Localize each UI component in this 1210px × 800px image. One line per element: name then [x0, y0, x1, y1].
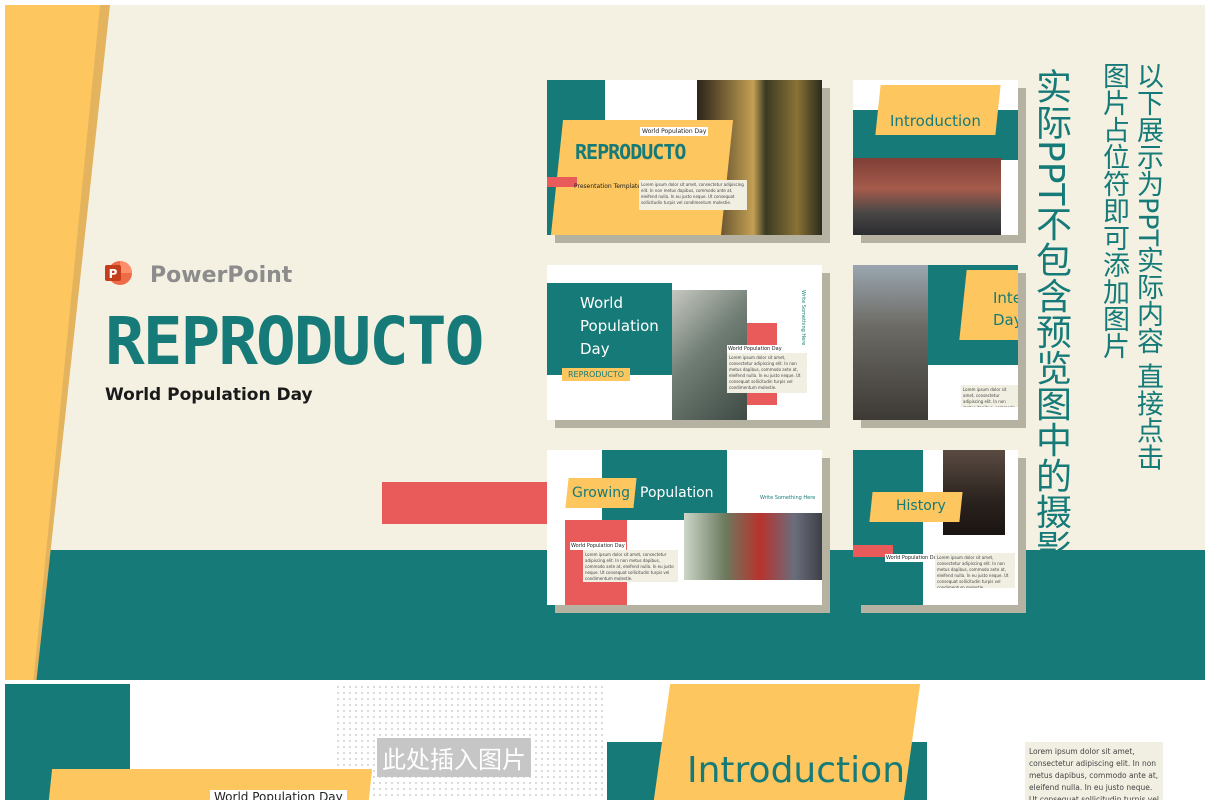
hero-slide: P PowerPoint REPRODUCTO World Population… — [5, 5, 1205, 680]
thumb4-title-a: Inte — [993, 289, 1018, 307]
thumb6-lorem: Lorem ipsum dolor sit amet, consectetur … — [935, 553, 1015, 588]
svg-text:P: P — [109, 267, 118, 281]
thumb5-lorem: Lorem ipsum dolor sit amet, consectetur … — [583, 550, 678, 582]
bottom-slide-right: Introduction Lorem ipsum dolor sit amet,… — [607, 684, 1205, 800]
thumb-slide-history[interactable]: History World Population Day Lorem ipsum… — [853, 450, 1018, 605]
hero-subtitle: World Population Day — [105, 385, 313, 405]
red-accent-bar — [382, 482, 552, 524]
thumb-slide-growing-population[interactable]: Growing Population Write Something Here … — [547, 450, 822, 605]
street-photo — [684, 513, 822, 580]
thumb-slide-world-population[interactable]: World Population Day REPRODUCTO World Po… — [547, 265, 822, 420]
thumb6-label: World Population Day — [885, 554, 941, 562]
thumb2-title: Introduction — [890, 112, 981, 130]
note-small: 以下展示为PPT实际内容 直接点击图片占位符即可添加图片 — [1098, 62, 1163, 471]
thumb3-side: Write Something Here — [800, 290, 806, 346]
thumb1-title: REPRODUCTO — [575, 140, 686, 164]
thumb4-lorem: Lorem ipsum dolor sit amet, consectetur … — [961, 385, 1018, 407]
intro-title: Introduction — [687, 750, 906, 791]
app-name: PowerPoint — [150, 263, 293, 288]
thumb1-badge: World Population Day — [640, 127, 709, 136]
thumb6-title: History — [896, 498, 946, 514]
thumb5-word2: Population — [640, 485, 714, 501]
image-placeholder[interactable]: 此处插入图片 — [377, 738, 531, 777]
powerpoint-icon: P — [105, 261, 132, 285]
thumb-slide-introduction[interactable]: Introduction — [853, 80, 1018, 235]
thumb-slide-cover[interactable]: World Population Day REPRODUCTO Presenta… — [547, 80, 822, 235]
thumb-slide-intro-city[interactable]: Inte Day Lorem ipsum dolor sit amet, con… — [853, 265, 1018, 420]
city-photo — [853, 265, 928, 420]
note-large: 实际PPT不包含预览图中的摄影图 — [1030, 68, 1071, 602]
thumb5-side: Write Something Here — [760, 495, 816, 501]
thumb4-title-b: Day — [993, 311, 1018, 329]
thumb3-title: World Population Day — [580, 294, 659, 358]
thumb3-lorem: Lorem ipsum dolor sit amet, consectetur … — [727, 353, 807, 393]
thumb5-label: World Population Day — [570, 542, 626, 550]
hero-title: REPRODUCTO — [105, 303, 484, 380]
thumb3-badge: REPRODUCTO — [562, 368, 631, 381]
bottom-slide-left: 此处插入图片 World Population Day — [5, 684, 603, 800]
thumb1-tag: Presentation Template — [574, 183, 641, 190]
office-photo — [853, 158, 1001, 235]
intro-lorem: Lorem ipsum dolor sit amet, consectetur … — [1025, 742, 1163, 800]
thumb1-lorem: Lorem ipsum dolor sit amet, consectetur … — [639, 180, 747, 210]
bottom-badge: World Population Day — [210, 790, 347, 800]
thumb5-word1: Growing — [572, 485, 630, 501]
thumb3-label: World Population Day — [727, 345, 783, 353]
